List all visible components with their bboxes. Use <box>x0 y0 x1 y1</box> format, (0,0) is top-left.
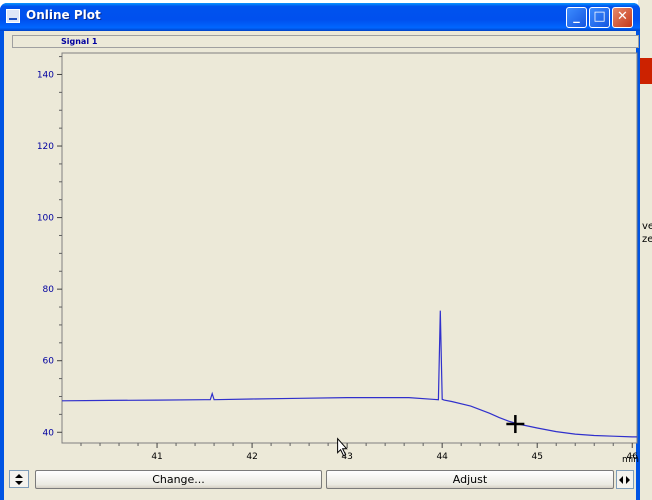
x-tick-label: 41 <box>151 452 162 462</box>
close-icon: ✕ <box>617 9 628 24</box>
plot-controls: Change... Adjust <box>4 467 636 493</box>
scroll-left-icon[interactable] <box>619 476 623 484</box>
window-app-icon[interactable] <box>6 9 20 23</box>
signal-header: Signal 1 <box>12 35 639 48</box>
horizontal-scroll-buttons[interactable] <box>616 470 634 489</box>
y-tick-label: 60 <box>43 357 55 367</box>
spin-up-icon[interactable] <box>15 474 23 478</box>
plot-area-frame <box>61 52 638 444</box>
y-tick-label: 120 <box>37 142 54 152</box>
x-tick-label: 44 <box>436 452 448 462</box>
minimize-icon: _ <box>573 9 580 24</box>
title-bar[interactable]: Online Plot _ □ ✕ <box>0 3 640 31</box>
change-button[interactable]: Change... <box>35 470 322 489</box>
adjust-button[interactable]: Adjust <box>326 470 614 489</box>
zoom-spinner[interactable] <box>9 470 29 488</box>
signal-label: Signal 1 <box>61 37 98 46</box>
maximize-icon: □ <box>593 9 606 24</box>
close-button[interactable]: ✕ <box>612 7 633 28</box>
background-text-2: ze <box>642 234 652 245</box>
x-axis-label: min <box>622 455 639 465</box>
signal-plot[interactable]: 40608010012014041 42 43 44 45 46min <box>12 51 639 465</box>
x-tick-label: 45 <box>531 452 542 462</box>
window-client-area: Signal 1 40 60 80 100 120 140 41 42 43 44 45 46 min … <box>4 31 639 500</box>
background-text-1: ve <box>642 221 652 232</box>
background-red-marker <box>640 58 652 84</box>
maximize-button[interactable]: □ <box>589 7 610 28</box>
y-tick-label: 140 <box>37 70 54 80</box>
minimize-button[interactable]: _ <box>566 7 587 28</box>
y-tick-label: 40 <box>43 428 55 438</box>
y-tick-label: 80 <box>43 285 55 295</box>
spin-down-icon[interactable] <box>15 481 23 485</box>
x-tick-label: 42 <box>246 452 257 462</box>
online-plot-window: Online Plot _ □ ✕ Signal 1 40 60 80 100 120 1… <box>0 3 640 500</box>
scroll-right-icon[interactable] <box>626 476 630 484</box>
y-tick-label: 100 <box>37 214 54 224</box>
window-title: Online Plot <box>26 8 101 22</box>
